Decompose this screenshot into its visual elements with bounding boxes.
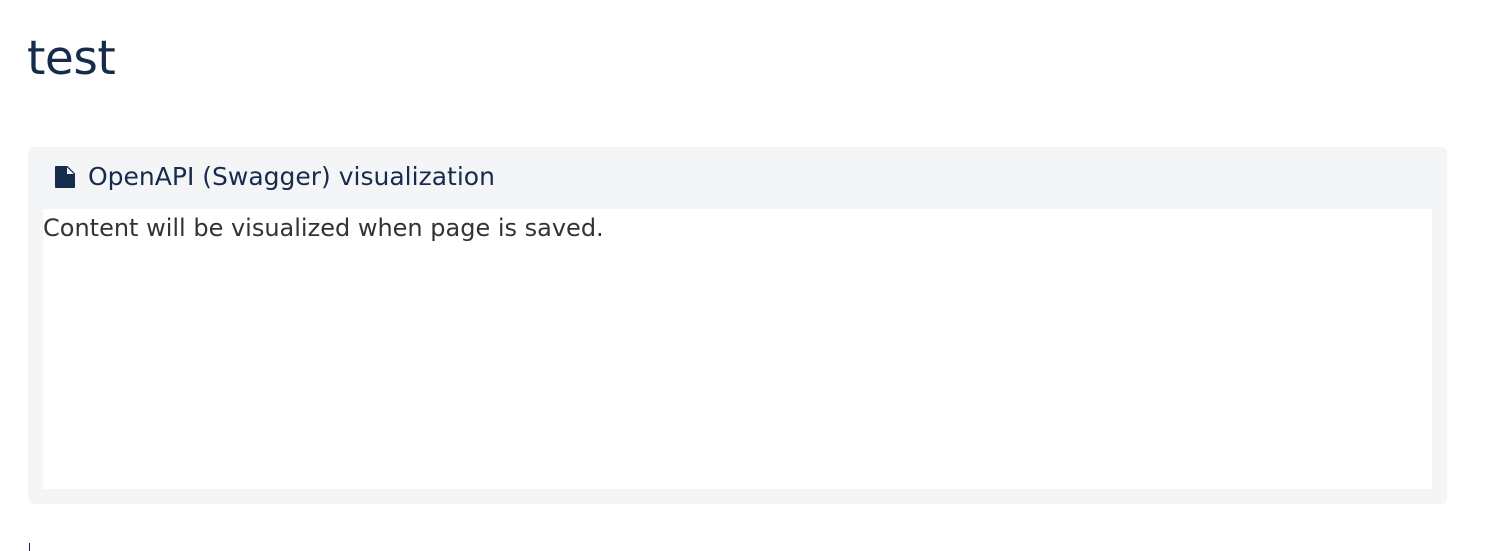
page-title[interactable]: test	[27, 28, 116, 90]
macro-title: OpenAPI (Swagger) visualization	[88, 162, 495, 191]
document-icon	[55, 166, 75, 188]
macro-placeholder-text: Content will be visualized when page is …	[43, 214, 604, 242]
openapi-macro-panel[interactable]: OpenAPI (Swagger) visualization Content …	[28, 147, 1447, 504]
macro-header: OpenAPI (Swagger) visualization	[28, 147, 1447, 209]
macro-content-area: Content will be visualized when page is …	[43, 209, 1432, 489]
text-cursor	[29, 543, 30, 551]
